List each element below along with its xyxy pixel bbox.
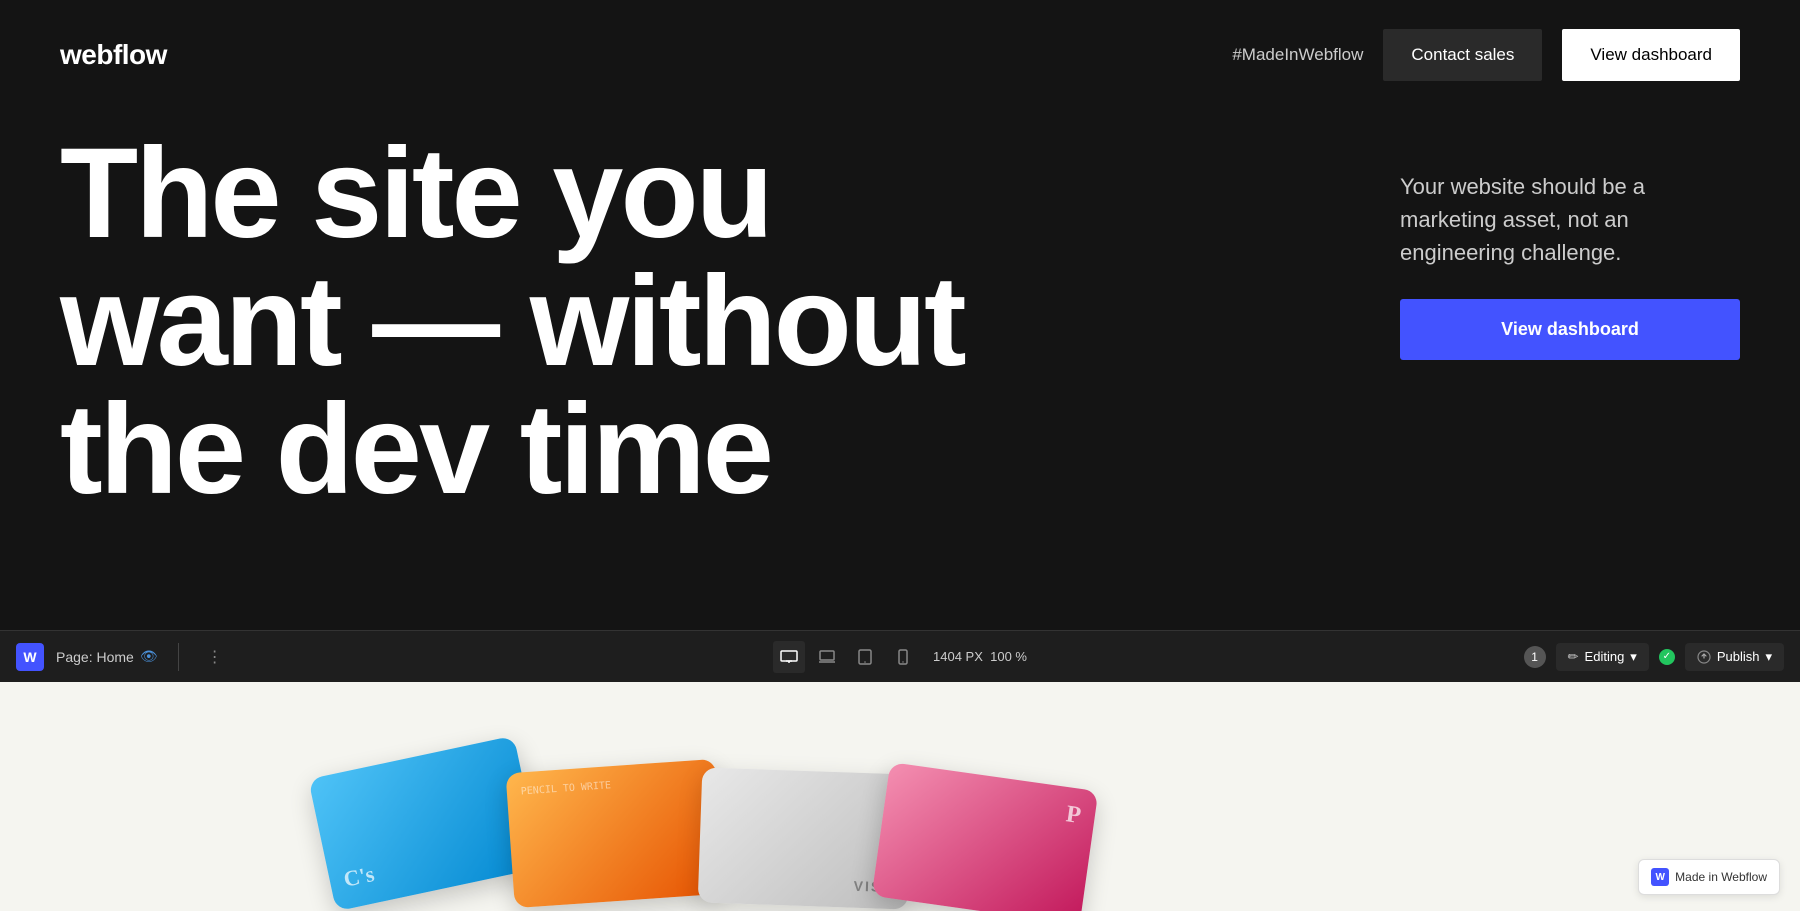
hero-left: The site you want — without the dev time (60, 130, 1320, 514)
desktop-view-button[interactable] (773, 641, 805, 673)
page-selector[interactable]: Page: Home 👁 (56, 648, 158, 665)
card-pink: P (872, 762, 1099, 911)
hero-section: The site you want — without the dev time… (0, 110, 1800, 514)
editing-chevron-icon: ▾ (1630, 649, 1637, 665)
toolbar-center: 1404 PX 100 % (773, 641, 1027, 673)
hero-title: The site you want — without the dev time (60, 130, 1320, 514)
publish-button[interactable]: Publish ▾ (1685, 643, 1784, 671)
hero-subtitle: Your website should be a marketing asset… (1400, 170, 1740, 269)
publish-chevron-icon: ▾ (1765, 649, 1772, 665)
site-logo: webflow (60, 39, 167, 71)
hero-right: Your website should be a marketing asset… (1400, 130, 1740, 360)
webflow-w-icon: W (16, 643, 44, 671)
site-nav: webflow #MadeInWebflow Contact sales Vie… (0, 0, 1800, 110)
editing-label: Editing (1585, 649, 1625, 664)
card-blue: C's (308, 736, 541, 911)
toolbar-right: 1 ✏ Editing ▾ ✓ Publish ▾ (1524, 643, 1784, 671)
made-in-webflow-label: Made in Webflow (1675, 870, 1767, 884)
page-label: Page: Home (56, 649, 134, 665)
editor-toolbar: W Page: Home 👁 ⋮ 1404 PX 100 % 1 ✏ Editi… (0, 630, 1800, 682)
status-green-dot: ✓ (1659, 649, 1675, 665)
editing-button[interactable]: ✏ Editing ▾ (1556, 643, 1649, 671)
website-preview: webflow #MadeInWebflow Contact sales Vie… (0, 0, 1800, 630)
tablet-view-button[interactable] (849, 641, 881, 673)
more-options-button[interactable]: ⋮ (199, 641, 231, 673)
made-in-webflow-badge[interactable]: W Made in Webflow (1638, 859, 1780, 895)
laptop-view-button[interactable] (811, 641, 843, 673)
contact-sales-button[interactable]: Contact sales (1383, 29, 1542, 81)
pencil-icon: ✏ (1568, 649, 1579, 665)
toolbar-divider-1 (178, 643, 179, 671)
canvas-preview-area: C's PENCIL TO WRITE VISA P W Made in Web… (0, 682, 1800, 911)
card-orange: PENCIL TO WRITE (506, 759, 725, 908)
toolbar-left: W Page: Home 👁 ⋮ (16, 641, 1524, 673)
user-count-badge: 1 (1524, 646, 1546, 668)
px-info: 1404 PX 100 % (933, 649, 1027, 664)
mobile-view-button[interactable] (887, 641, 919, 673)
nav-hashtag: #MadeInWebflow (1232, 45, 1363, 65)
view-dashboard-nav-button[interactable]: View dashboard (1562, 29, 1740, 81)
nav-right: #MadeInWebflow Contact sales View dashbo… (1232, 29, 1740, 81)
page-eye-icon[interactable]: 👁 (140, 648, 158, 665)
webflow-badge-icon: W (1651, 868, 1669, 886)
hero-cta-button[interactable]: View dashboard (1400, 299, 1740, 360)
publish-label: Publish (1717, 649, 1760, 664)
